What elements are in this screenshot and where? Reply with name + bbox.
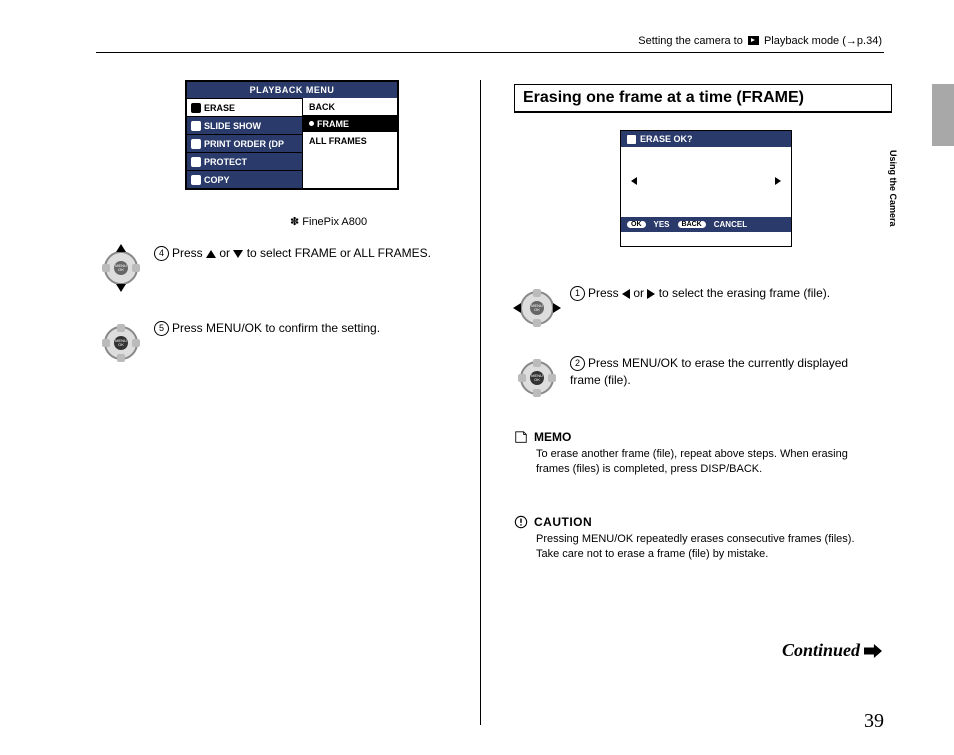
menu-item-copy: COPY [187, 170, 302, 188]
continued-label: Continued [782, 640, 882, 661]
lock-icon [191, 157, 201, 167]
arrow-right-icon [864, 644, 882, 658]
menu-item-erase: ERASE [187, 98, 302, 116]
step-4: MENUOK 4Press or to select FRAME or ALL … [98, 245, 431, 291]
submenu-frame: FRAME [303, 115, 397, 132]
step-1: MENUOK 1Press or to select the erasing f… [514, 285, 830, 331]
trash-icon [627, 135, 636, 144]
page-number: 39 [864, 710, 884, 733]
step-number: 1 [570, 286, 585, 301]
header-mode: Playback mode [764, 35, 839, 47]
print-icon [191, 139, 201, 149]
trash-icon [191, 103, 201, 113]
menu-item-protect: PROTECT [187, 152, 302, 170]
caution-icon [514, 515, 528, 529]
memo-block: MEMO To erase another frame (file), repe… [514, 430, 874, 477]
submenu-back: BACK [303, 98, 397, 115]
slideshow-icon [191, 121, 201, 131]
right-arrow-icon [775, 177, 781, 185]
page-header: Setting the camera to Playback mode (→p.… [638, 35, 882, 47]
menu-item-printorder: PRINT ORDER (DP [187, 134, 302, 152]
copy-icon [191, 175, 201, 185]
step-2: MENUOK 2Press MENU/OK to erase the curre… [514, 355, 850, 401]
bullet-icon [309, 121, 314, 126]
thumb-tab [932, 84, 954, 146]
menu-title: PLAYBACK MENU [187, 82, 397, 98]
column-separator [480, 80, 481, 725]
dpad-updown-icon: MENUOK [98, 245, 144, 291]
header-ref: (→p.34) [842, 35, 882, 47]
step-number: 5 [154, 321, 169, 336]
dpad-ok-icon: MENUOK [514, 355, 560, 401]
step-number: 2 [570, 356, 585, 371]
down-arrow-icon [233, 250, 243, 258]
section-heading: Erasing one frame at a time (FRAME) [514, 84, 892, 113]
header-rule [96, 52, 884, 53]
ok-pill: OK [627, 221, 646, 228]
step-5: MENUOK 5Press MENU/OK to confirm the set… [98, 320, 380, 366]
submenu-allframes: ALL FRAMES [303, 132, 397, 149]
dpad-ok-icon: MENUOK [98, 320, 144, 366]
header-prefix: Setting the camera to [638, 35, 746, 47]
playback-menu-illustration: PLAYBACK MENU ERASE SLIDE SHOW PRINT ORD… [185, 80, 399, 190]
left-arrow-icon [622, 289, 630, 299]
back-pill: BACK [678, 221, 706, 228]
step-number: 4 [154, 246, 169, 261]
caution-block: CAUTION Pressing MENU/OK repeatedly eras… [514, 515, 874, 562]
up-arrow-icon [206, 250, 216, 258]
menu-item-slideshow: SLIDE SHOW [187, 116, 302, 134]
memo-icon [514, 430, 528, 444]
side-section-label: Using the Camera [888, 150, 898, 227]
playback-icon [748, 36, 759, 45]
left-arrow-icon [631, 177, 637, 185]
menu-caption: ✽ FinePix A800 [290, 215, 367, 228]
dpad-leftright-icon: MENUOK [514, 285, 560, 331]
erase-confirm-screen: ERASE OK? OKYES BACKCANCEL [620, 130, 792, 247]
